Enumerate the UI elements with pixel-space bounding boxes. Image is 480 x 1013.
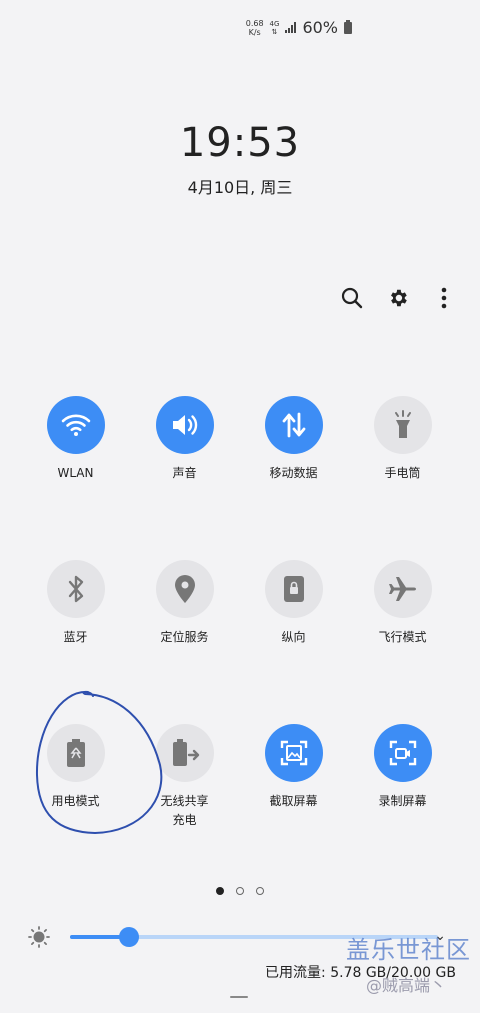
page-dot[interactable] — [256, 887, 264, 895]
panel-actions — [336, 286, 460, 310]
brightness-thumb[interactable] — [118, 927, 139, 947]
clock-date[interactable]: 4月10日, 周三 — [0, 174, 480, 198]
gear-icon[interactable] — [382, 286, 414, 310]
wireless-powershare-icon[interactable] — [155, 724, 214, 782]
screen-record-icon[interactable] — [373, 724, 432, 782]
battery-mode-icon[interactable] — [46, 724, 105, 782]
data-arrows-icon: ⇅ — [271, 27, 278, 36]
sound-icon[interactable] — [155, 396, 214, 454]
tile-label-line: 无线共享 — [160, 794, 209, 808]
network-speed-value: 0.68 — [245, 18, 264, 28]
tile-label: 移动数据 — [269, 466, 318, 480]
tile-label: 无线共享 充电 — [160, 792, 208, 830]
more-vertical-icon[interactable] — [428, 286, 460, 310]
status-bar: 0.68 K/s 4G ⇅ 60% — [246, 18, 352, 37]
network-speed-unit: K/s — [248, 27, 261, 37]
tile-screenshot[interactable]: 截取屏幕 — [239, 724, 348, 811]
battery-percent: 60% — [302, 18, 338, 37]
network-type: 4G ⇅ — [270, 20, 280, 36]
tile-label: 声音 — [172, 466, 197, 480]
tile-label: 飞行模式 — [378, 630, 427, 644]
tile-portrait[interactable]: 纵向 — [239, 560, 348, 647]
watermark-user: @贼高端丶 — [366, 976, 447, 995]
screenshot-icon[interactable] — [264, 724, 323, 782]
tile-label: WLAN — [57, 466, 94, 480]
drag-handle[interactable] — [230, 996, 248, 998]
tile-power-mode[interactable]: 用电模式 — [21, 724, 130, 811]
page-dot[interactable] — [236, 887, 244, 895]
network-type-label: 4G — [269, 19, 280, 28]
bluetooth-icon[interactable] — [46, 560, 105, 618]
tile-label: 用电模式 — [51, 794, 100, 808]
flashlight-icon[interactable] — [373, 396, 432, 454]
airplane-icon[interactable] — [373, 560, 432, 618]
wifi-icon[interactable] — [46, 396, 105, 454]
tile-wlan[interactable]: WLAN — [21, 396, 130, 483]
tile-label: 手电筒 — [384, 466, 421, 480]
tile-screen-record[interactable]: 录制屏幕 — [348, 724, 457, 811]
search-icon[interactable] — [336, 286, 368, 310]
tile-label: 纵向 — [281, 630, 306, 644]
battery-icon — [344, 19, 352, 34]
tile-label: 截取屏幕 — [269, 794, 318, 808]
tile-label: 定位服务 — [160, 630, 209, 644]
network-speed: 0.68 K/s — [246, 19, 264, 37]
tile-label: 蓝牙 — [63, 630, 88, 644]
tile-location[interactable]: 定位服务 — [130, 560, 239, 647]
location-icon[interactable] — [155, 560, 214, 618]
mobile-data-icon[interactable] — [264, 396, 323, 454]
tile-flashlight[interactable]: 手电筒 — [348, 396, 457, 483]
sun-icon — [28, 926, 50, 948]
quick-panel: 0.68 K/s 4G ⇅ 60% 19:53 4月10日, 周三 WLAN 声… — [0, 0, 480, 1013]
tile-sound[interactable]: 声音 — [130, 396, 239, 483]
tile-bluetooth[interactable]: 蓝牙 — [21, 560, 130, 647]
tile-label: 录制屏幕 — [378, 794, 427, 808]
tile-wireless-powershare[interactable]: 无线共享 充电 — [130, 724, 239, 830]
clock-time[interactable]: 19:53 — [0, 120, 480, 166]
tile-mobile-data[interactable]: 移动数据 — [239, 396, 348, 483]
page-indicator — [0, 887, 480, 895]
watermark-brand: 盖乐世社区 — [346, 936, 471, 964]
page-dot[interactable] — [216, 887, 224, 895]
portrait-lock-icon[interactable] — [264, 560, 323, 618]
tile-label-line: 充电 — [172, 813, 197, 827]
signal-icon — [285, 22, 297, 33]
tile-airplane[interactable]: 飞行模式 — [348, 560, 457, 647]
